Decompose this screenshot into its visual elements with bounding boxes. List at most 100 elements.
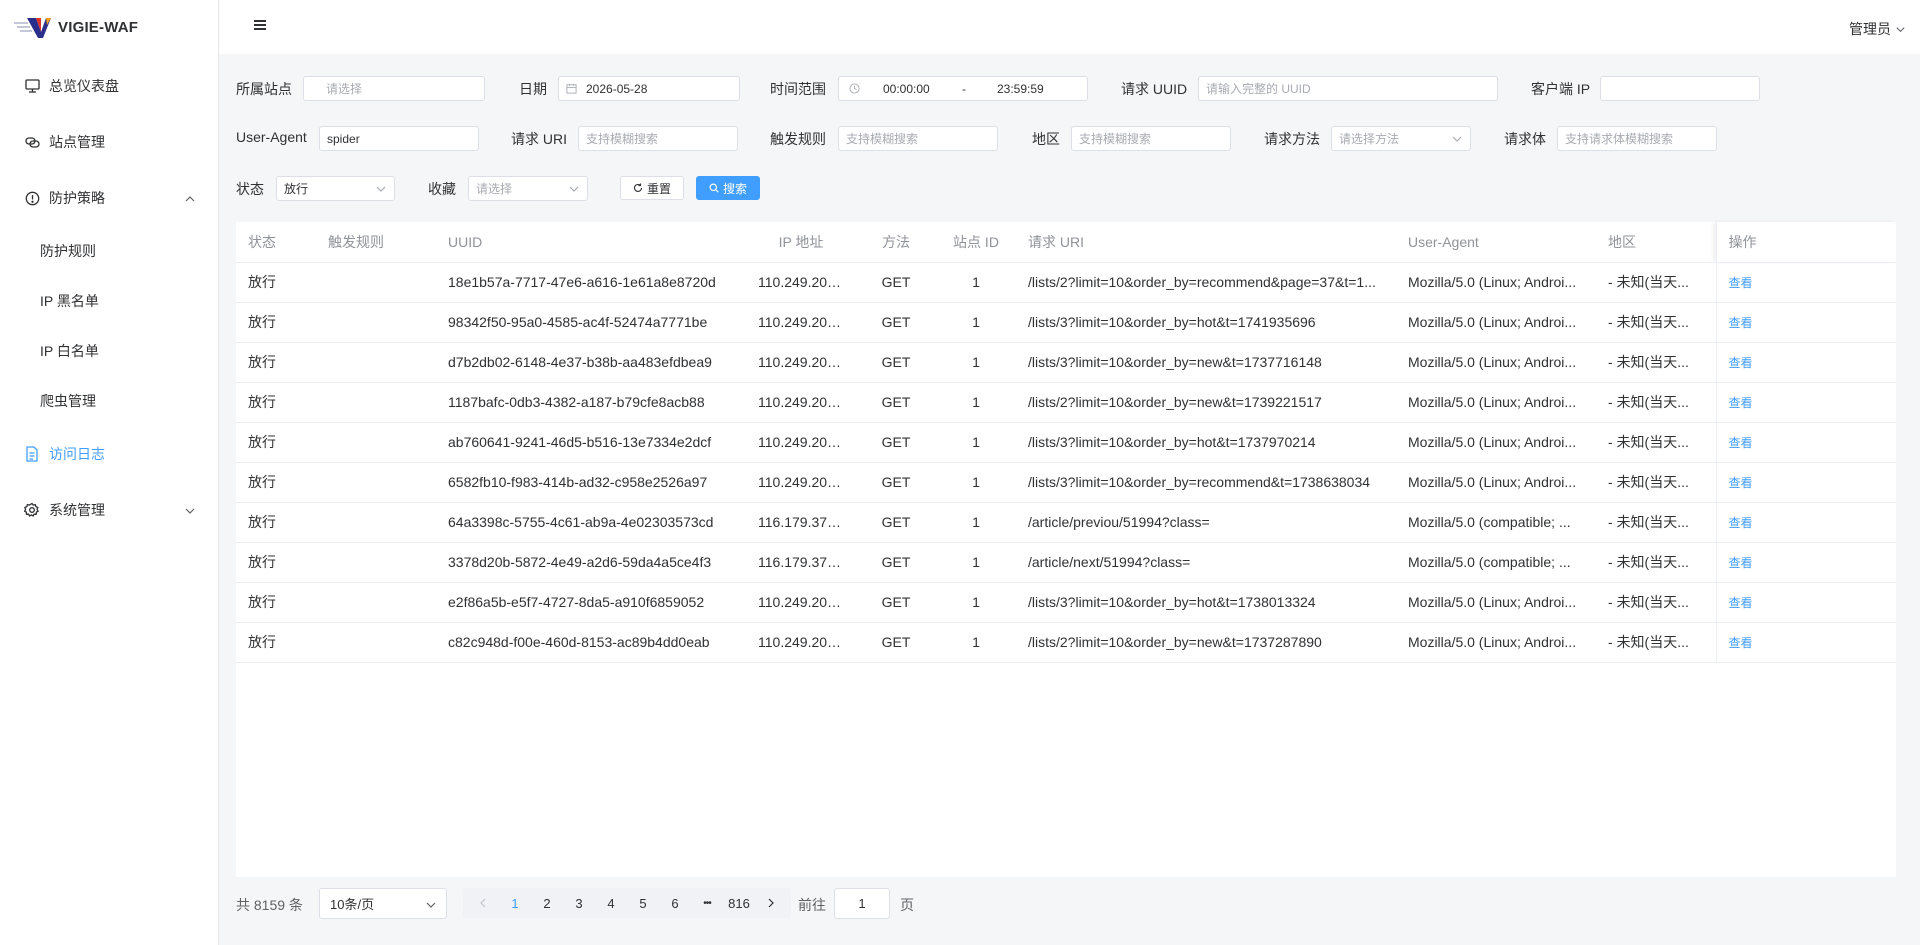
sidebar-item-dashboard[interactable]: 总览仪表盘	[0, 58, 218, 114]
next-page-button[interactable]	[755, 888, 787, 918]
view-link[interactable]: 查看	[1729, 596, 1753, 610]
favorite-select[interactable]: 请选择	[468, 176, 588, 201]
time-range-picker[interactable]: 00:00:00 - 23:59:59	[838, 76, 1088, 101]
cell-ip: 110.249.201.38	[746, 582, 856, 623]
prev-page-button[interactable]	[467, 888, 499, 918]
sidebar-item-rules[interactable]: 防护规则	[0, 226, 218, 276]
cell-action: 查看	[1715, 342, 1896, 383]
logo[interactable]: VIGIE-WAF	[0, 0, 218, 54]
page-number-last[interactable]: 816	[723, 888, 755, 918]
table-row: 放行 98342f50-95a0-4585-ac4f-52474a7771be 11…	[236, 302, 1896, 343]
cell-method: GET	[856, 502, 936, 543]
reset-button[interactable]: 重置	[620, 176, 684, 200]
cell-region: - 未知(当天...	[1596, 622, 1716, 663]
view-link[interactable]: 查看	[1729, 276, 1753, 290]
date-picker[interactable]: 2026-05-28	[558, 76, 740, 101]
page-number[interactable]: 4	[595, 888, 627, 918]
column-header: 操作	[1715, 222, 1896, 263]
document-icon	[24, 446, 40, 462]
cell-ip: 110.249.202.59	[746, 262, 856, 303]
column-header: 方法	[856, 222, 936, 263]
sidebar-item-label: 访问日志	[49, 446, 105, 462]
sidebar-item-sites[interactable]: 站点管理	[0, 114, 218, 170]
cell-method: GET	[856, 582, 936, 623]
view-link[interactable]: 查看	[1729, 316, 1753, 330]
cell-uuid: ab760641-9241-46d5-b516-13e7334e2dcf	[436, 422, 746, 463]
cell-site-id: 1	[936, 622, 1016, 663]
calendar-icon	[566, 83, 577, 94]
more-pages-ellipsis[interactable]: •••	[691, 888, 723, 918]
cell-method: GET	[856, 342, 936, 383]
cell-action: 查看	[1715, 542, 1896, 583]
sidebar-item-label: 站点管理	[49, 134, 105, 150]
table-row: 放行 ab760641-9241-46d5-b516-13e7334e2dcf 11…	[236, 422, 1896, 463]
cell-method: GET	[856, 422, 936, 463]
uuid-input[interactable]: 请输入完整的 UUID	[1198, 76, 1498, 101]
cell-ip: 110.249.202.29	[746, 302, 856, 343]
cell-uuid: 1187bafc-0db3-4382-a187-b79cfe8acb88	[436, 382, 746, 423]
date-value: 2026-05-28	[586, 81, 648, 96]
body-label: 请求体	[1504, 131, 1546, 147]
region-input[interactable]: 支持模糊搜索	[1071, 126, 1231, 151]
view-link[interactable]: 查看	[1729, 556, 1753, 570]
page-number[interactable]: 6	[659, 888, 691, 918]
sidebar-item-label: IP 白名单	[40, 343, 99, 359]
cell-action: 查看	[1715, 262, 1896, 303]
goto-page-input[interactable]: 1	[834, 888, 890, 919]
page-number[interactable]: 1	[499, 888, 531, 918]
view-link[interactable]: 查看	[1729, 396, 1753, 410]
page-number[interactable]: 3	[563, 888, 595, 918]
column-header: 地区	[1596, 222, 1716, 263]
sidebar-item-protection[interactable]: 防护策略	[0, 170, 218, 226]
cell-ua: Mozilla/5.0 (Linux; Androi...	[1396, 342, 1596, 383]
cell-uri: /lists/2?limit=10&order_by=new&t=1737287…	[1016, 622, 1396, 663]
cell-rule	[316, 422, 436, 463]
user-menu[interactable]: 管理员	[1849, 19, 1906, 39]
top-header: 管理员	[219, 0, 1920, 54]
site-select[interactable]: 请选择	[303, 76, 485, 101]
cell-rule	[316, 262, 436, 303]
cell-ip: 110.249.202.131	[746, 382, 856, 423]
cell-action: 查看	[1715, 302, 1896, 343]
uri-input[interactable]: 支持模糊搜索	[578, 126, 738, 151]
cell-uuid: 3378d20b-5872-4e49-a2d6-59da4a5ce4f3	[436, 542, 746, 583]
cell-uuid: 18e1b57a-7717-47e6-a616-1e61a8e8720d	[436, 262, 746, 303]
cell-status: 放行	[236, 462, 316, 503]
column-header: 触发规则	[316, 222, 436, 263]
goto-unit: 页	[900, 897, 914, 913]
cell-rule	[316, 622, 436, 663]
chevron-right-icon	[768, 898, 774, 908]
view-link[interactable]: 查看	[1729, 476, 1753, 490]
body-input[interactable]: 支持请求体模糊搜索	[1557, 126, 1717, 151]
cell-method: GET	[856, 462, 936, 503]
user-agent-input[interactable]: spider	[319, 126, 479, 151]
cell-ip: 110.249.201.188	[746, 622, 856, 663]
view-link[interactable]: 查看	[1729, 516, 1753, 530]
view-link[interactable]: 查看	[1729, 636, 1753, 650]
page-size-select[interactable]: 10条/页	[319, 888, 447, 919]
alert-circle-icon	[24, 190, 40, 206]
search-label: 搜索	[722, 181, 747, 196]
search-button[interactable]: 搜索	[696, 176, 760, 200]
chevron-left-icon	[480, 898, 486, 908]
sidebar-item-ip-whitelist[interactable]: IP 白名单	[0, 326, 218, 376]
view-link[interactable]: 查看	[1729, 356, 1753, 370]
method-select[interactable]: 请选择方法	[1331, 126, 1471, 151]
view-link[interactable]: 查看	[1729, 436, 1753, 450]
page-number[interactable]: 5	[627, 888, 659, 918]
page-number[interactable]: 2	[531, 888, 563, 918]
status-select[interactable]: 放行	[276, 176, 395, 201]
cell-status: 放行	[236, 502, 316, 543]
cell-rule	[316, 502, 436, 543]
menu-toggle-icon[interactable]	[254, 20, 266, 30]
sidebar-item-access-log[interactable]: 访问日志	[0, 426, 218, 482]
client-ip-input[interactable]	[1600, 76, 1760, 101]
refresh-icon	[634, 183, 643, 192]
rule-input[interactable]: 支持模糊搜索	[838, 126, 998, 151]
sidebar-item-crawler[interactable]: 爬虫管理	[0, 376, 218, 426]
cell-uri: /lists/2?limit=10&order_by=new&t=1739221…	[1016, 382, 1396, 423]
sidebar-item-system[interactable]: 系统管理	[0, 482, 218, 538]
sidebar-item-ip-blacklist[interactable]: IP 黑名单	[0, 276, 218, 326]
cell-rule	[316, 382, 436, 423]
cell-ip: 116.179.37.221	[746, 542, 856, 583]
